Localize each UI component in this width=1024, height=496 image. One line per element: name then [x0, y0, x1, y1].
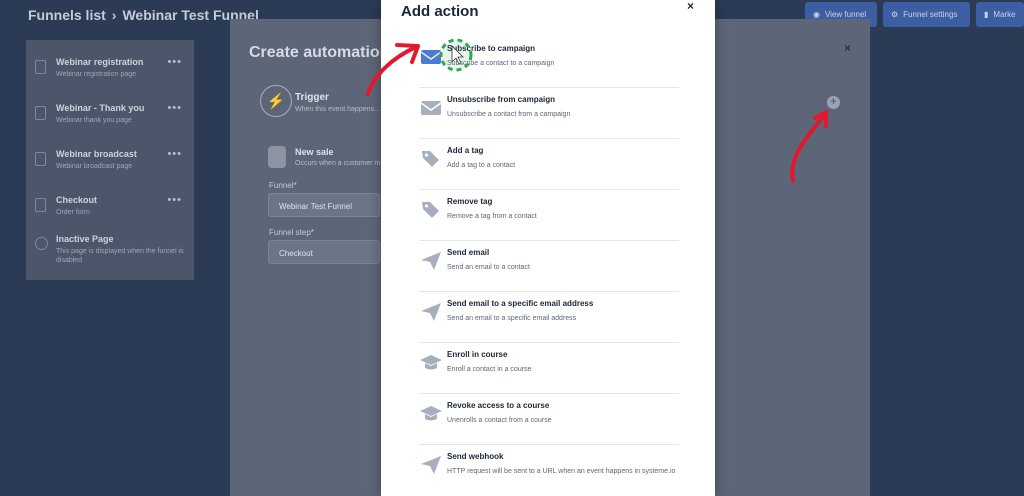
step-subtitle: Webinar thank you page — [56, 117, 132, 124]
funnel-step[interactable]: Checkout Order form ••• — [26, 186, 194, 228]
funnel-step-label: Funnel step* — [269, 228, 314, 237]
chart-icon: ▮ — [984, 10, 989, 19]
step-subtitle: Webinar registration page — [56, 71, 137, 78]
action-send-email[interactable]: Send email Send an email to a contact — [419, 241, 679, 292]
inactive-page-step[interactable]: Inactive Page This page is displayed whe… — [26, 225, 194, 280]
more-options-icon[interactable]: ••• — [167, 102, 182, 114]
action-subtitle: HTTP request will be sent to a URL when … — [447, 468, 676, 475]
action-send-email-to-specific-address[interactable]: Send email to a specific email address S… — [419, 292, 679, 343]
action-subtitle: Add a tag to a contact — [447, 162, 516, 169]
paper-plane-icon — [421, 303, 441, 321]
paper-plane-icon — [421, 456, 441, 474]
marketing-button[interactable]: ▮ Marke — [976, 2, 1024, 27]
cart-icon — [35, 198, 46, 212]
step-title: Webinar - Thank you — [56, 103, 145, 113]
graduation-cap-icon — [420, 355, 442, 370]
action-title: Remove tag — [447, 197, 493, 206]
action-title: Enroll in course — [447, 350, 508, 359]
funnel-select[interactable]: Webinar Test Funnel — [268, 193, 380, 217]
trigger-subtitle: When this event happens... — [295, 106, 380, 113]
add-action-plus-icon[interactable]: + — [827, 96, 840, 109]
step-subtitle: Webinar broadcast page — [56, 163, 133, 170]
eye-icon: ◉ — [813, 10, 820, 19]
funnel-step[interactable]: Webinar broadcast Webinar broadcast page… — [26, 140, 194, 182]
action-subtitle: Remove a tag from a contact — [447, 213, 537, 220]
graduation-cap-icon — [420, 406, 442, 421]
step-title: Checkout — [56, 195, 98, 205]
trigger-title: Trigger — [295, 92, 329, 103]
action-title: Unsubscribe from campaign — [447, 95, 556, 104]
breadcrumb: Funnels list › Webinar Test Funnel — [28, 7, 259, 23]
action-send-webhook[interactable]: Send webhook HTTP request will be sent t… — [419, 445, 679, 496]
more-options-icon[interactable]: ••• — [167, 148, 182, 160]
funnel-step-select[interactable]: Checkout — [268, 240, 380, 264]
coins-icon — [268, 146, 286, 168]
action-subtitle: Enroll a contact in a course — [447, 366, 532, 373]
step-title: Webinar registration — [56, 57, 144, 67]
action-subscribe-to-campaign[interactable]: Subscribe to campaign Subscribe a contac… — [419, 37, 679, 88]
action-subtitle: Unsubscribe a contact from a campaign — [447, 111, 571, 118]
video-icon — [35, 152, 46, 166]
lightning-icon: ⚡ — [260, 85, 292, 117]
funnel-step[interactable]: Webinar registration Webinar registratio… — [26, 48, 194, 90]
gear-icon: ⚙ — [891, 10, 899, 19]
envelope-icon — [420, 50, 442, 64]
circle-icon — [35, 237, 48, 250]
tag-icon — [422, 202, 439, 218]
paper-plane-icon — [421, 252, 441, 270]
modal-title: Add action — [401, 3, 479, 20]
tag-icon — [422, 151, 439, 167]
action-title: Send email to a specific email address — [447, 299, 594, 308]
breadcrumb-parent[interactable]: Funnels list — [28, 7, 106, 23]
event-title: New sale — [295, 147, 334, 157]
action-subtitle: Send an email to a contact — [447, 264, 530, 271]
event-subtitle: Occurs when a customer m — [295, 160, 381, 167]
funnel-label: Funnel* — [269, 181, 297, 190]
action-title: Send webhook — [447, 452, 504, 461]
page-icon — [35, 60, 46, 74]
add-action-modal: Add action × Subscribe to campaign Subsc… — [381, 0, 715, 496]
close-icon[interactable]: × — [687, 0, 694, 13]
envelope-icon — [420, 101, 442, 115]
action-unsubscribe-from-campaign[interactable]: Unsubscribe from campaign Unsubscribe a … — [419, 88, 679, 139]
breadcrumb-separator-icon: › — [111, 7, 117, 23]
action-revoke-access-to-course[interactable]: Revoke access to a course Unenrolls a co… — [419, 394, 679, 445]
action-enroll-in-course[interactable]: Enroll in course Enroll a contact in a c… — [419, 343, 679, 394]
more-options-icon[interactable]: ••• — [167, 194, 182, 206]
action-remove-tag[interactable]: Remove tag Remove a tag from a contact — [419, 190, 679, 241]
funnel-settings-button[interactable]: ⚙ Funnel settings — [883, 2, 970, 27]
page-icon — [35, 106, 46, 120]
action-title: Subscribe to campaign — [447, 44, 536, 53]
action-subtitle: Unenrolls a contact from a course — [447, 417, 552, 424]
close-icon[interactable]: × — [844, 41, 851, 55]
action-add-a-tag[interactable]: Add a tag Add a tag to a contact — [419, 139, 679, 190]
step-subtitle: This page is displayed when the funnel i… — [56, 248, 184, 264]
funnel-step[interactable]: Webinar - Thank you Webinar thank you pa… — [26, 94, 194, 136]
step-title: Webinar broadcast — [56, 149, 137, 159]
action-subtitle: Send an email to a specific email addres… — [447, 315, 577, 322]
action-title: Revoke access to a course — [447, 401, 550, 410]
action-title: Add a tag — [447, 146, 484, 155]
step-subtitle: Order form — [56, 209, 90, 216]
more-options-icon[interactable]: ••• — [167, 56, 182, 68]
action-title: Send email — [447, 248, 490, 257]
step-title: Inactive Page — [56, 234, 114, 244]
action-subtitle: Subscribe a contact to a campaign — [447, 60, 555, 67]
